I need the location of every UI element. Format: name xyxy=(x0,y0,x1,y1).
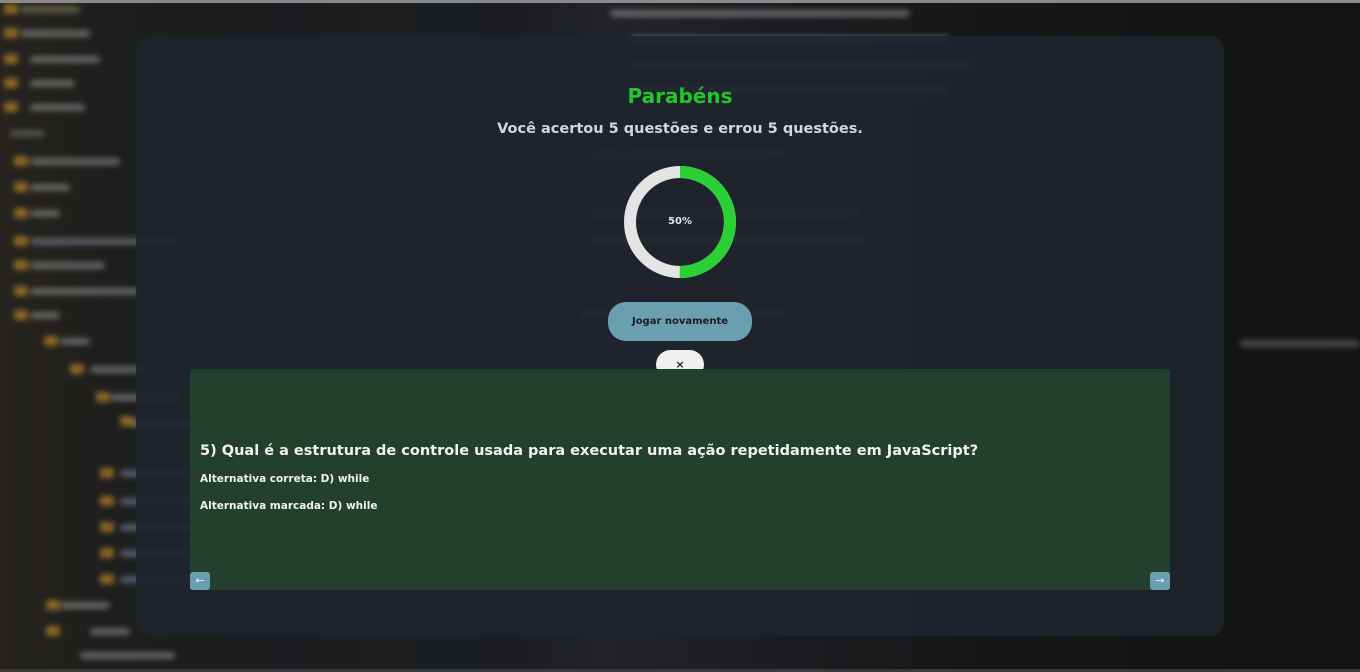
background-code-line xyxy=(30,210,60,217)
background-folder-icon xyxy=(96,392,110,402)
marked-answer-text: Alternativa marcada: D) while xyxy=(200,500,378,512)
answer-review-panel: 5) Qual é a estrutura de controle usada … xyxy=(190,369,1170,590)
background-folder-icon xyxy=(120,416,134,426)
background-code-line xyxy=(90,628,130,635)
arrow-left-icon: ← xyxy=(195,574,205,587)
background-folder-icon xyxy=(14,260,28,270)
review-question: 5) Qual é a estrutura de controle usada … xyxy=(200,443,979,459)
score-percent-label: 50% xyxy=(668,216,692,227)
background-code-line xyxy=(80,652,175,659)
correct-answer-text: Alternativa correta: D) while xyxy=(200,473,370,485)
score-ring: 50% xyxy=(621,163,739,281)
previous-question-button[interactable]: ← xyxy=(190,572,210,590)
background-code-line xyxy=(30,158,120,165)
background-code-line xyxy=(610,10,910,17)
background-folder-icon xyxy=(14,182,28,192)
window-top-border xyxy=(0,0,1360,3)
background-code-line xyxy=(60,602,110,609)
background-folder-icon xyxy=(46,626,60,636)
background-folder-icon xyxy=(14,286,28,296)
arrow-right-icon: → xyxy=(1155,574,1165,587)
result-title: Parabéns xyxy=(627,84,733,108)
background-code-line xyxy=(1240,340,1360,347)
background-folder-icon xyxy=(46,600,60,610)
background-code-line xyxy=(20,6,80,13)
background-folder-icon xyxy=(14,236,28,246)
background-folder-icon xyxy=(4,28,18,38)
background-folder-icon xyxy=(70,364,84,374)
background-code-line xyxy=(30,288,140,295)
background-folder-icon xyxy=(100,574,114,584)
background-code-line xyxy=(30,184,70,191)
background-folder-icon xyxy=(14,208,28,218)
background-folder-icon xyxy=(14,156,28,166)
background-folder-icon xyxy=(100,522,114,532)
background-code-line xyxy=(60,338,90,345)
result-summary: Você acertou 5 questões e errou 5 questõ… xyxy=(497,121,863,137)
background-folder-icon xyxy=(100,548,114,558)
background-folder-icon xyxy=(14,310,28,320)
background-code-line xyxy=(30,312,60,319)
background-folder-icon xyxy=(100,496,114,506)
background-folder-icon xyxy=(100,468,114,478)
background-code-line xyxy=(20,30,90,37)
background-folder-icon xyxy=(4,54,18,64)
next-question-button[interactable]: → xyxy=(1150,572,1170,590)
background-folder-icon xyxy=(4,4,18,14)
background-code-line xyxy=(30,262,105,269)
background-folder-icon xyxy=(44,336,58,346)
background-code-line xyxy=(30,56,100,63)
play-again-button[interactable]: Jogar novamente xyxy=(608,302,752,341)
